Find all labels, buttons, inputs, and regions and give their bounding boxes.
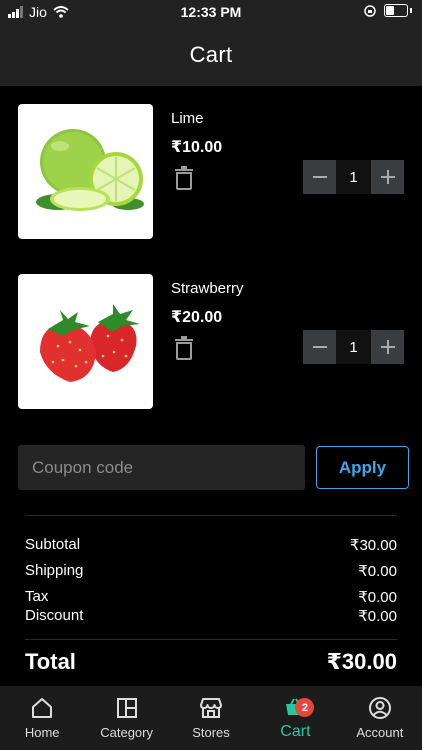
status-time: 12:33 PM (180, 4, 242, 20)
tab-category[interactable]: Category (84, 686, 168, 750)
decrement-button[interactable] (303, 330, 336, 364)
quantity-stepper: 1 (303, 330, 404, 364)
strawberry-image[interactable] (18, 274, 153, 409)
item-price: ₹10.00 (171, 139, 223, 156)
tab-home[interactable]: Home (0, 686, 84, 750)
tab-label: Home (24, 725, 60, 740)
page-header: Cart (0, 24, 422, 86)
tab-account[interactable]: Account (338, 686, 422, 750)
tab-label: Stores (192, 725, 230, 740)
lime-image[interactable] (18, 104, 153, 239)
trash-icon[interactable] (174, 166, 194, 190)
battery-icon (384, 4, 408, 17)
tax-row: Tax ₹0.00 (25, 588, 397, 606)
coupon-input[interactable] (18, 445, 305, 490)
cart-item: Lime ₹10.00 1 (0, 104, 422, 240)
tax-label: Tax (25, 588, 49, 605)
tax-value: ₹0.00 (358, 589, 397, 606)
item-price: ₹20.00 (171, 309, 223, 326)
item-name: Lime (171, 110, 204, 127)
store-icon (200, 698, 223, 718)
page-title: Cart (189, 42, 233, 67)
item-name: Strawberry (171, 280, 244, 297)
tab-cart[interactable]: 2 Cart (253, 686, 337, 750)
plus-icon (380, 340, 395, 354)
divider (25, 515, 397, 516)
quantity-value: 1 (336, 330, 371, 364)
tab-label: Category (100, 725, 153, 740)
tab-stores[interactable]: Stores (169, 686, 253, 750)
discount-value: ₹0.00 (358, 608, 397, 625)
quantity-stepper: 1 (303, 160, 404, 194)
subtotal-label: Subtotal (25, 536, 81, 553)
shipping-value: ₹0.00 (358, 563, 397, 580)
quantity-value: 1 (336, 160, 371, 194)
divider (25, 639, 397, 640)
shipping-label: Shipping (25, 562, 84, 579)
account-icon (368, 697, 391, 719)
minus-icon (312, 346, 327, 348)
home-icon (32, 698, 53, 718)
discount-row: Discount ₹0.00 (25, 607, 397, 625)
increment-button[interactable] (371, 330, 404, 364)
cart-item: Strawberry ₹20.00 1 (0, 274, 422, 410)
minus-icon (312, 176, 327, 178)
subtotal-value: ₹30.00 (349, 537, 397, 554)
category-icon (116, 698, 137, 718)
total-row: Total ₹30.00 (25, 649, 397, 675)
trash-icon[interactable] (174, 336, 194, 360)
rotation-lock-icon (364, 4, 376, 17)
tab-label: Cart (280, 723, 311, 740)
total-label: Total (25, 649, 76, 674)
subtotal-row: Subtotal ₹30.00 (25, 536, 397, 554)
cart-count-badge: 2 (295, 698, 315, 717)
increment-button[interactable] (371, 160, 404, 194)
apply-coupon-button[interactable]: Apply (316, 446, 409, 489)
decrement-button[interactable] (303, 160, 336, 194)
shipping-row: Shipping ₹0.00 (25, 562, 397, 580)
total-value: ₹30.00 (326, 649, 397, 674)
status-bar: Jio 12:33 PM (0, 0, 422, 24)
tab-label: Account (356, 725, 404, 740)
plus-icon (380, 170, 395, 184)
discount-label: Discount (25, 607, 84, 624)
bottom-tab-bar: Home Category Stores 2 Cart Account (0, 686, 422, 750)
